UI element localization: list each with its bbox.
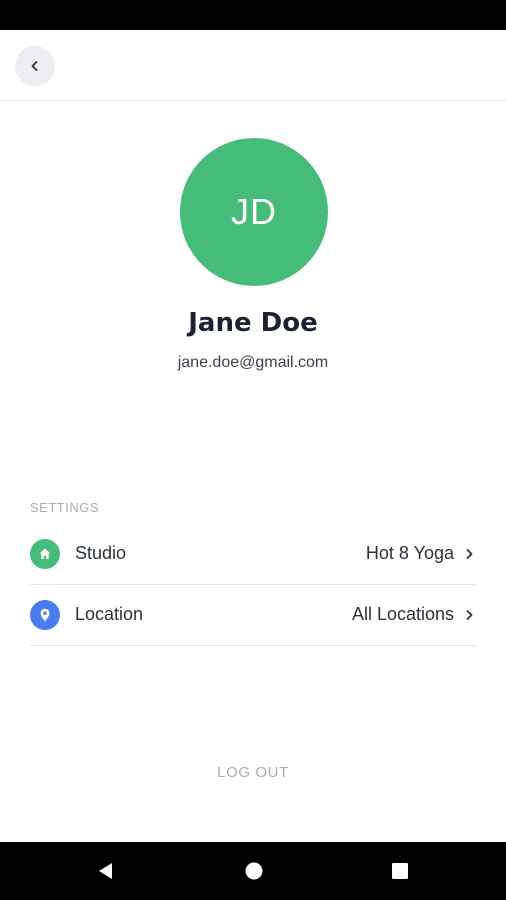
home-icon — [30, 538, 60, 569]
profile-name: Jane Doe — [188, 308, 318, 338]
top-bar — [0, 30, 506, 101]
studio-label: Studio — [75, 543, 127, 563]
nav-back-icon — [99, 863, 112, 879]
avatar-initials: JD — [231, 191, 277, 232]
settings-row-location[interactable]: Location All Locations — [30, 584, 476, 646]
chevron-right-icon — [466, 548, 473, 559]
studio-value: Hot 8 Yoga — [365, 543, 454, 563]
system-nav-bar — [0, 842, 506, 900]
nav-recents-icon — [392, 863, 408, 879]
settings-section-header: SETTINGS — [30, 500, 100, 515]
chevron-right-icon — [466, 609, 473, 620]
location-pin-icon — [30, 599, 60, 630]
location-label: Location — [75, 604, 144, 624]
back-button[interactable] — [15, 46, 55, 86]
nav-home-button[interactable] — [239, 856, 269, 886]
settings-row-studio[interactable]: Studio Hot 8 Yoga — [30, 523, 476, 585]
nav-back-button[interactable] — [91, 856, 121, 886]
nav-home-icon — [245, 862, 263, 880]
avatar: JD — [180, 138, 328, 286]
status-bar — [0, 0, 506, 30]
location-value: All Locations — [351, 604, 454, 624]
chevron-left-icon — [31, 61, 38, 71]
profile-screen: JD Jane Doe jane.doe@gmail.com SETTINGS … — [0, 0, 506, 900]
nav-recents-button[interactable] — [385, 856, 415, 886]
logout-button[interactable]: LOG OUT — [0, 764, 506, 781]
profile-email: jane.doe@gmail.com — [177, 354, 329, 371]
